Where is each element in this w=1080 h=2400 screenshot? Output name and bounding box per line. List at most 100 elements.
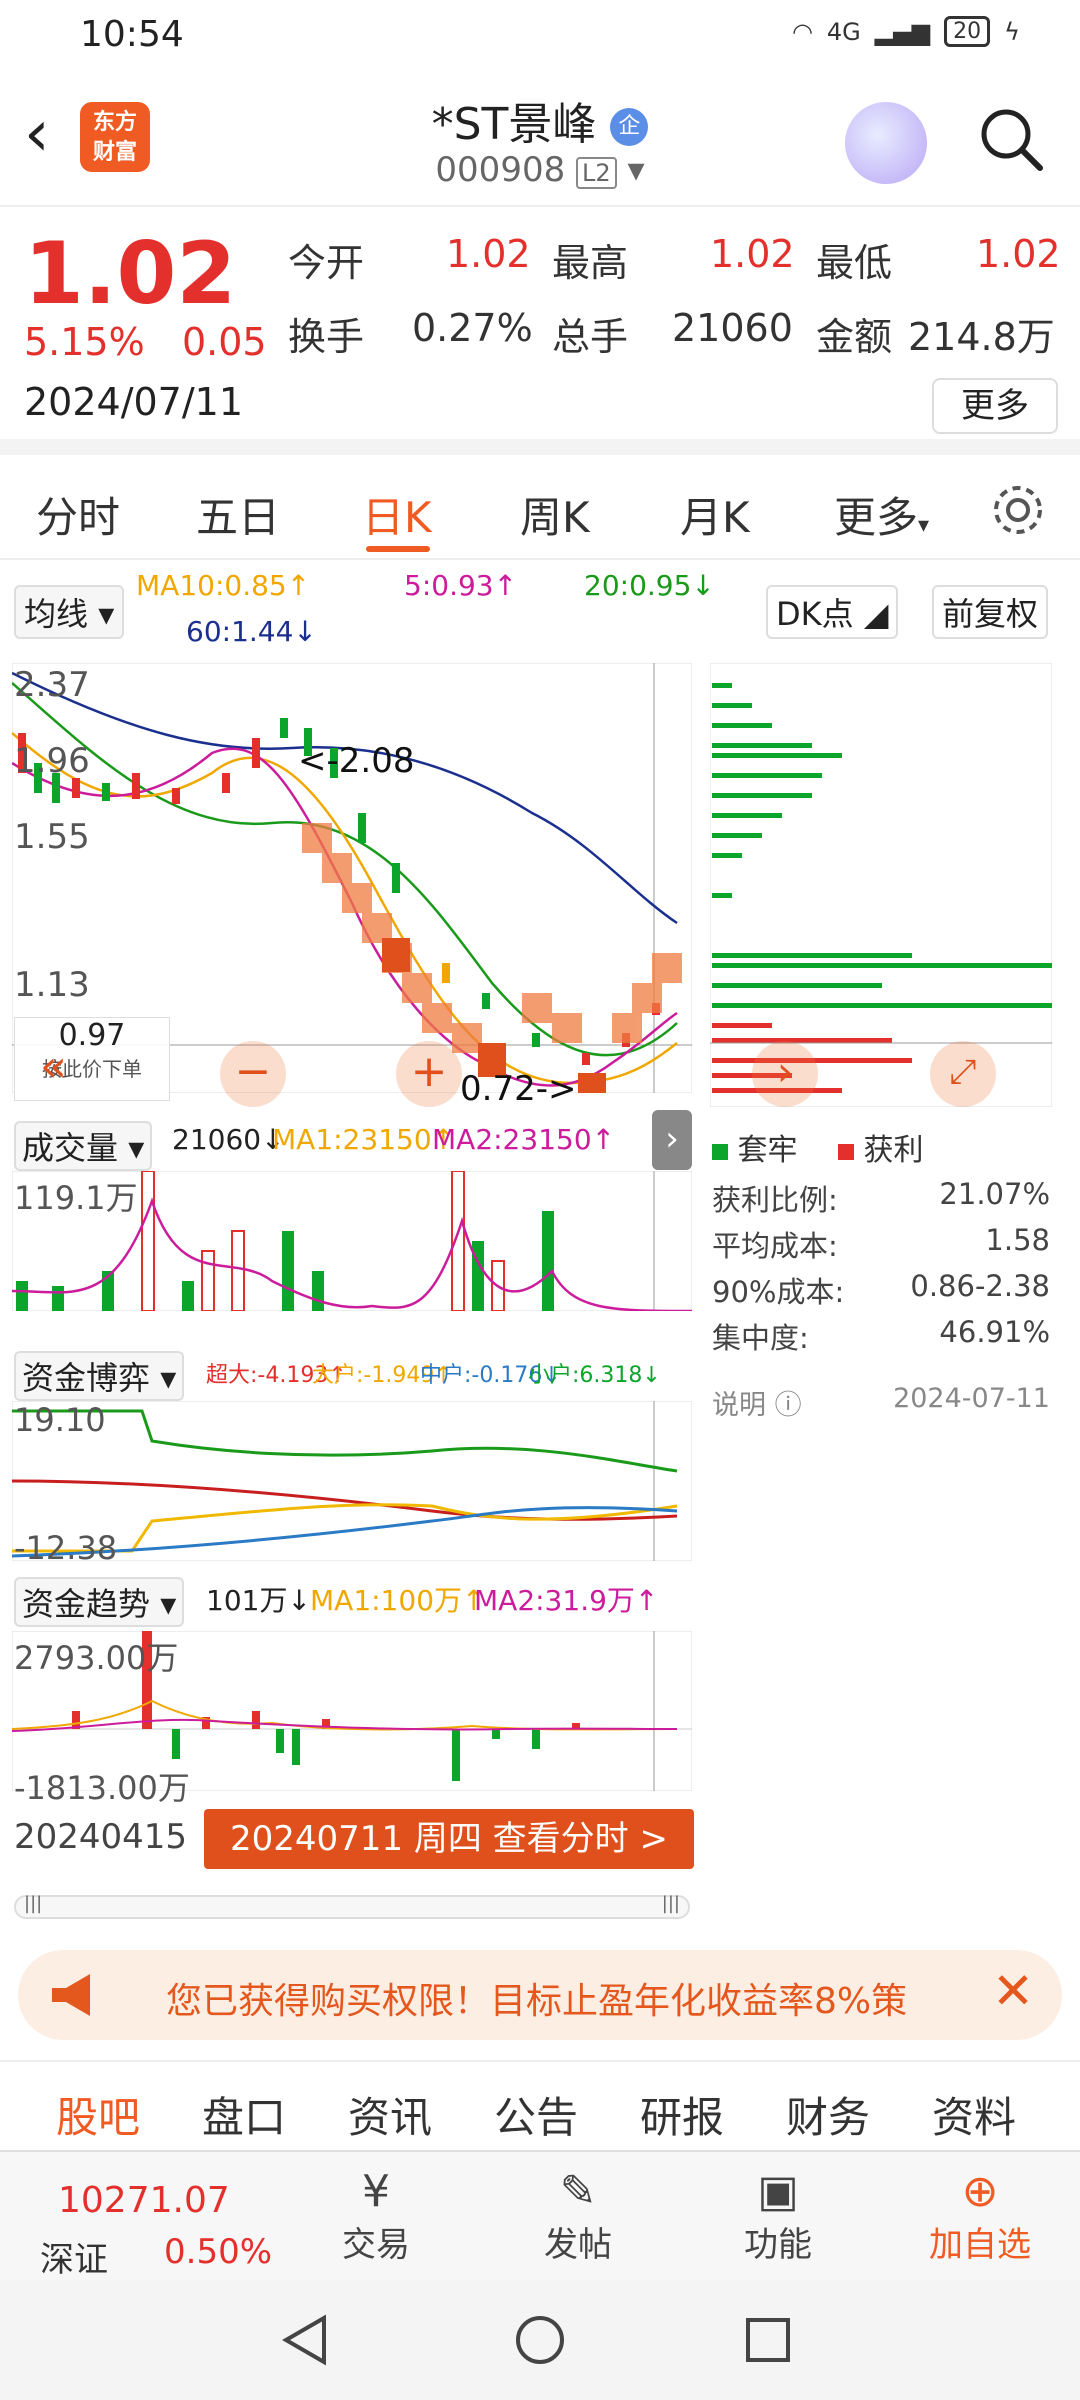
tab-weekly-k[interactable]: 周K xyxy=(520,484,590,545)
nav-home-icon[interactable] xyxy=(514,2314,566,2366)
nav-back-icon[interactable] xyxy=(280,2314,330,2366)
chip-next-icon[interactable]: › xyxy=(752,1041,818,1107)
profit-swatch xyxy=(838,1144,854,1160)
zoom-out-button[interactable]: − xyxy=(220,1041,286,1107)
ma20-legend: 20:0.95↓ xyxy=(584,569,715,602)
chip-row-value: 46.91% xyxy=(939,1315,1050,1349)
tab-news[interactable]: 资讯 xyxy=(348,2084,432,2145)
fund-trend-value: 101万↓ xyxy=(206,1584,311,1617)
nine-signal-3 xyxy=(578,1073,606,1093)
wifi-icon: ◠ xyxy=(791,17,813,46)
system-nav-bar xyxy=(0,2280,1080,2400)
expand-icon[interactable]: ⤢ xyxy=(930,1041,996,1107)
scroll-handle-left[interactable]: ||| xyxy=(24,1893,42,1914)
chevron-down-icon: ▾ xyxy=(918,513,930,538)
enterprise-badge: 企 xyxy=(610,108,649,146)
post-button[interactable]: ✎ 发帖 xyxy=(508,2166,648,2266)
robot-assistant-icon[interactable] xyxy=(845,102,927,184)
high-label: 最高 xyxy=(552,241,629,285)
nine-signal-1 xyxy=(382,938,410,972)
info-icon: ⓘ xyxy=(774,1390,802,1421)
y-label-4: 1.13 xyxy=(14,965,90,1005)
amount-label: 金额 xyxy=(816,315,893,359)
crosshair-price-box[interactable]: 0.97 按此价下单 xyxy=(14,1017,170,1101)
low-annotation: 0.72-> xyxy=(460,1069,577,1109)
fund-game-bottom: -12.38 xyxy=(14,1529,118,1567)
index-value[interactable]: 10271.07 xyxy=(58,2180,230,2221)
view-intraday-button[interactable]: 20240711 周四 查看分时 > xyxy=(204,1809,694,1869)
add-circle-icon: ⊕ xyxy=(961,2166,999,2217)
network-label: 4G xyxy=(826,17,861,46)
fund-trend-selector[interactable]: 资金趋势 ▾ xyxy=(14,1577,185,1627)
tab-monthly-k[interactable]: 月K xyxy=(680,484,750,545)
more-quote-button[interactable]: 更多 xyxy=(932,378,1058,434)
scroll-handle-right[interactable]: ||| xyxy=(662,1893,680,1914)
chip-note[interactable]: 说明 ⓘ xyxy=(712,1383,802,1422)
volume-ma1: MA1:23150↑ xyxy=(272,1123,456,1156)
tab-intraday[interactable]: 分时 xyxy=(36,484,120,545)
tab-more[interactable]: 更多▾ xyxy=(834,484,929,545)
y-label-2: 1.96 xyxy=(14,741,90,781)
volume-label: 总手 xyxy=(552,315,629,359)
tab-five-day[interactable]: 五日 xyxy=(196,484,280,545)
tab-finance[interactable]: 财务 xyxy=(786,2084,870,2145)
tab-daily-k[interactable]: 日K xyxy=(362,484,432,545)
megaphone-icon xyxy=(52,1974,90,2016)
ma60-legend: 60:1.44↓ xyxy=(186,615,317,648)
fund-game-selector[interactable]: 资金博弈 ▾ xyxy=(14,1351,185,1401)
tab-research[interactable]: 研报 xyxy=(640,2084,724,2145)
chip-distribution-chart xyxy=(710,663,1052,1107)
tab-more-label: 更多 xyxy=(834,493,919,542)
chip-row-value: 1.58 xyxy=(985,1223,1050,1257)
tab-profile[interactable]: 资料 xyxy=(932,2084,1016,2145)
volume-value: 21060↓ xyxy=(172,1123,285,1156)
crosshair-price: 0.97 xyxy=(58,1018,126,1053)
settings-icon[interactable] xyxy=(990,482,1046,538)
ma10-legend: MA10:0.85↑ xyxy=(136,569,311,602)
status-icons: ◠ 4G ▂▄▆ 20 ϟ xyxy=(792,16,1020,47)
volume-value: 21060 xyxy=(672,306,793,350)
chip-row-value: 21.07% xyxy=(939,1177,1050,1211)
adjust-selector[interactable]: 前复权 xyxy=(932,585,1049,639)
nav-recents-icon[interactable] xyxy=(744,2316,792,2364)
function-button[interactable]: ▣ 功能 xyxy=(708,2166,848,2266)
fund-game-label: 资金博弈 xyxy=(22,1359,151,1397)
tab-orderbook[interactable]: 盘口 xyxy=(202,2084,286,2145)
scroll-left-icon[interactable]: « xyxy=(40,1041,67,1092)
dk-point-selector[interactable]: DK点 ◢ xyxy=(766,585,899,639)
tab-forum[interactable]: 股吧 xyxy=(56,2084,140,2145)
tab-announcements[interactable]: 公告 xyxy=(494,2084,578,2145)
chip-row-label: 平均成本: xyxy=(712,1229,838,1263)
volume-selector[interactable]: 成交量 ▾ xyxy=(14,1121,153,1171)
order-hint: 按此价下单 xyxy=(42,1057,142,1081)
fund-trend-label: 资金趋势 xyxy=(22,1585,151,1623)
fund-trend-bottom: -1813.00万 xyxy=(14,1769,190,1807)
zoom-in-button[interactable]: + xyxy=(396,1041,462,1107)
range-scrollbar[interactable]: ||| ||| xyxy=(14,1893,690,1919)
indicator-selector[interactable]: 均线 ▾ xyxy=(14,585,125,639)
trade-button[interactable]: ¥ 交易 xyxy=(306,2166,446,2266)
quote-date: 2024/07/11 xyxy=(24,380,244,424)
trade-icon: ¥ xyxy=(362,2166,390,2217)
dk-label: DK点 xyxy=(776,595,854,633)
low-value: 1.02 xyxy=(976,232,1061,276)
volume-selector-label: 成交量 xyxy=(22,1129,119,1167)
status-bar: 10:54 ◠ 4G ▂▄▆ 20 ϟ xyxy=(0,0,1080,72)
fund-trend-top: 2793.00万 xyxy=(14,1639,179,1677)
period-tabs: 分时 五日 日K 周K 月K 更多▾ xyxy=(0,460,1080,560)
level-badge: L2 xyxy=(576,157,617,189)
add-watchlist-button[interactable]: ⊕ 加自选 xyxy=(910,2166,1050,2266)
status-time: 10:54 xyxy=(80,14,184,55)
chip-row-label: 集中度: xyxy=(712,1321,809,1355)
stock-name: *ST景峰 xyxy=(431,99,597,150)
notice-text: 您已获得购买权限！目标止盈年化收益率8%策 xyxy=(166,1981,908,2022)
promo-notice[interactable]: 您已获得购买权限！目标止盈年化收益率8%策 ✕ xyxy=(18,1950,1062,2040)
indicator-selector-label: 均线 xyxy=(24,595,89,633)
search-icon[interactable] xyxy=(976,104,1046,174)
close-icon[interactable]: ✕ xyxy=(992,1962,1034,2020)
index-percent: 0.50% xyxy=(164,2232,273,2272)
chevron-down-icon: ▾ xyxy=(627,150,645,190)
change-percent: 5.15% xyxy=(24,320,145,364)
profit-label: 获利 xyxy=(863,1133,924,1168)
collapse-panel-icon[interactable]: › xyxy=(652,1110,692,1170)
